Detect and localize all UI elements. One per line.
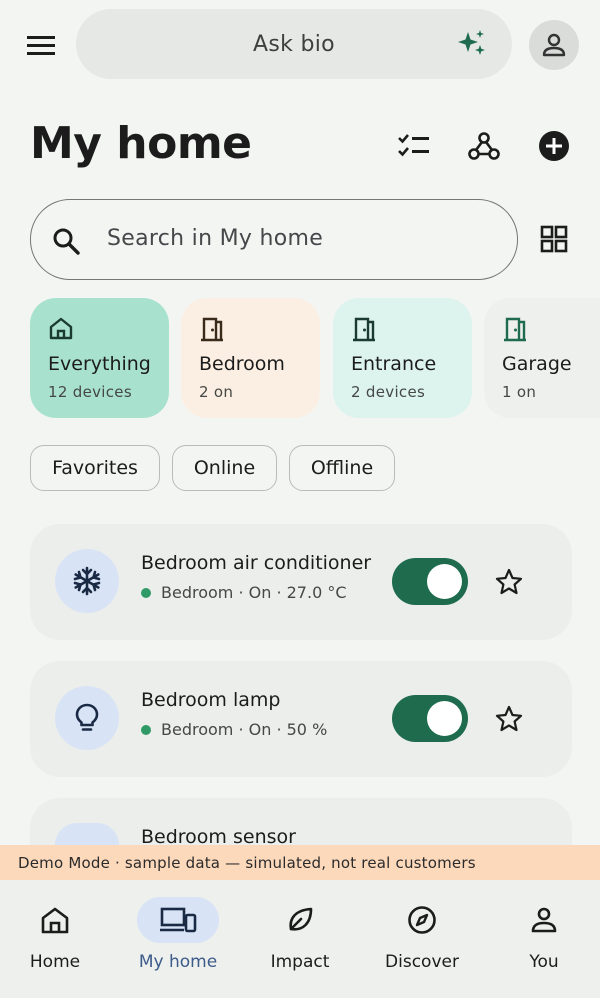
person-icon (503, 897, 585, 943)
device-name: Bedroom lamp (141, 689, 281, 711)
checklist-icon[interactable] (396, 128, 432, 164)
door-icon (351, 316, 377, 342)
device-status-text: Bedroom · On · 27.0 °C (161, 583, 347, 602)
power-toggle[interactable] (392, 558, 468, 605)
room-name: Garage (502, 353, 572, 375)
hamburger-menu-icon[interactable] (22, 29, 60, 61)
search-placeholder: Search in My home (107, 226, 324, 251)
device-row-air-conditioner[interactable]: Bedroom air conditioner Bedroom · On · 2… (30, 524, 572, 640)
devices-icon (137, 897, 219, 943)
ask-assistant-placeholder: Ask bio (253, 31, 335, 57)
room-name: Everything (48, 353, 151, 375)
person-icon (541, 32, 567, 58)
compass-icon (381, 897, 463, 943)
nav-label: You (529, 952, 559, 972)
top-bar: Ask bio (0, 9, 600, 79)
bottom-navigation: Home My home Impact Discover You (0, 880, 600, 998)
device-row-sensor[interactable]: Bedroom sensor (30, 798, 572, 845)
online-status-dot (141, 724, 151, 735)
filter-chip-online[interactable]: Online (172, 445, 277, 491)
account-avatar[interactable] (529, 20, 579, 70)
toggle-knob (427, 564, 462, 599)
filter-chip-offline[interactable]: Offline (289, 445, 395, 491)
device-name: Bedroom air conditioner (141, 552, 372, 574)
nav-item-you[interactable]: You (484, 897, 600, 987)
nav-item-discover[interactable]: Discover (362, 897, 482, 987)
room-card-everything[interactable]: Everything 12 devices (30, 298, 169, 418)
filter-chip-favorites[interactable]: Favorites (30, 445, 160, 491)
room-subtitle: 2 devices (351, 383, 426, 401)
door-icon (199, 316, 225, 342)
automation-icon[interactable] (466, 128, 502, 164)
room-subtitle: 1 on (502, 383, 537, 401)
nav-item-my-home[interactable]: My home (118, 897, 238, 987)
room-subtitle: 12 devices (48, 383, 132, 401)
room-subtitle: 2 on (199, 383, 234, 401)
star-icon[interactable] (494, 567, 524, 597)
demo-mode-banner: Demo Mode · sample data — simulated, not… (0, 845, 600, 880)
room-cards: Everything 12 devices Bedroom 2 on Entra… (0, 298, 600, 418)
ask-assistant-bar[interactable]: Ask bio (76, 9, 512, 79)
search-input[interactable]: Search in My home (30, 199, 518, 280)
room-name: Entrance (351, 353, 437, 375)
sparkle-icon[interactable] (456, 28, 488, 60)
device-status-text: Bedroom · On · 50 % (161, 720, 328, 739)
room-name: Bedroom (199, 353, 285, 375)
nav-label: Impact (270, 952, 330, 972)
star-icon[interactable] (494, 704, 524, 734)
leaf-icon (259, 897, 341, 943)
add-circle-icon[interactable] (536, 128, 572, 164)
nav-label: My home (138, 952, 218, 972)
device-row-lamp[interactable]: Bedroom lamp Bedroom · On · 50 % (30, 661, 572, 777)
nav-label: Home (29, 952, 81, 972)
nav-item-impact[interactable]: Impact (240, 897, 360, 987)
grid-view-icon[interactable] (536, 221, 572, 257)
device-status: Bedroom · On · 50 % (141, 720, 327, 739)
toggle-knob (427, 701, 462, 736)
sensor-icon (55, 823, 119, 845)
room-card-garage[interactable]: Garage 1 on (484, 298, 600, 418)
home-icon (48, 316, 74, 340)
lightbulb-icon (55, 686, 119, 750)
online-status-dot (141, 587, 151, 598)
snowflake-icon (55, 549, 119, 613)
room-card-bedroom[interactable]: Bedroom 2 on (181, 298, 320, 418)
nav-item-home[interactable]: Home (0, 897, 115, 987)
device-name: Bedroom sensor (141, 826, 296, 845)
room-card-entrance[interactable]: Entrance 2 devices (333, 298, 472, 418)
home-icon (14, 897, 96, 943)
page-title: My home (30, 118, 252, 169)
power-toggle[interactable] (392, 695, 468, 742)
search-icon (51, 226, 81, 256)
device-status: Bedroom · On · 27.0 °C (141, 583, 347, 602)
door-icon (502, 316, 528, 342)
nav-label: Discover (385, 952, 459, 972)
